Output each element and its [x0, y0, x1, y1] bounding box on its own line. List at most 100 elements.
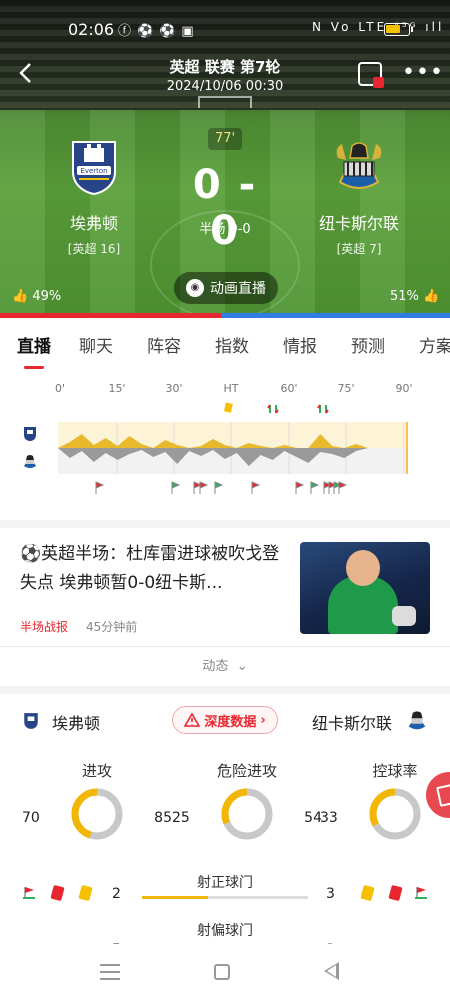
gauge-home-value: 33 [320, 810, 338, 826]
stat-label: 射正球门 [197, 875, 253, 891]
gauge-label: 危险进攻 [216, 762, 277, 780]
thumbs-up-icon: 👍 [12, 289, 29, 304]
gauge-ring [221, 788, 273, 840]
news-headline: ⚽英超半场：杜库雷进球被吹戈登失点 埃弗顿暂0-0纽卡斯... [20, 544, 280, 593]
tab-chat[interactable]: 聊天 [62, 332, 130, 357]
player-head [346, 550, 380, 586]
timeline-event-icon [171, 481, 181, 494]
news-tag: 半场战报 [20, 620, 69, 634]
home-team[interactable]: Everton 埃弗顿 [英超 16] [39, 138, 149, 257]
stat-label: 射偏球门 [197, 923, 253, 939]
chevron-down-icon: ⌄ [232, 659, 248, 674]
newcastle-crest-icon [408, 711, 426, 730]
goal-frame [198, 96, 252, 108]
red-card-icon [388, 884, 403, 902]
animation-live-button[interactable]: ◉ 动画直播 [174, 272, 278, 304]
gauge-dangerous-attack: 危险进攻 25 54 [172, 760, 322, 850]
match-title: 英超 联赛 第7轮 2024/10/06 00:30 [120, 56, 330, 94]
back-button[interactable] [18, 62, 44, 88]
status-time: 02:06 [68, 20, 115, 39]
dynamic-expand-button[interactable]: 动态 ⌄ [0, 646, 450, 686]
chevron-left-icon [19, 63, 31, 83]
substitution-icon [267, 404, 279, 414]
timeline-event-icon [251, 481, 261, 494]
momentum-chart [58, 402, 408, 494]
stat-home-fill [142, 896, 209, 899]
soccer-ball-icon: ⚽ [137, 24, 160, 39]
status-bar: 02:06 ⓕ⚽⚽▣ N Vo LTE ⁴⁵ᴳ ıll [0, 0, 450, 56]
match-timeline: 0' 15' 30' HT 60' 75' 90' [0, 372, 450, 512]
yellow-card-icon [78, 884, 93, 902]
facebook-icon: ⓕ [118, 24, 138, 39]
timeline-event-icon [199, 481, 209, 494]
gauge-label: 控球率 [372, 762, 418, 780]
newcastle-crest-icon [24, 455, 36, 468]
stats-away-name: 纽卡斯尔联 [312, 714, 393, 733]
away-team[interactable]: 纽卡斯尔联 [英超 7] [304, 138, 414, 257]
tab-odds[interactable]: 指数 [198, 332, 266, 357]
match-header: 02:06 ⓕ⚽⚽▣ N Vo LTE ⁴⁵ᴳ ıll 英超 联赛 第7轮 20… [0, 0, 450, 318]
timeline-event-icon [310, 481, 320, 494]
gauge-ring [71, 788, 123, 840]
animation-icon: ◉ [186, 279, 204, 297]
home-icon[interactable] [214, 964, 230, 980]
stat-home-value: 2 [112, 886, 121, 902]
stats-home-name: 埃弗顿 [52, 714, 101, 733]
menu-icon[interactable] [100, 964, 120, 980]
tab-lineup[interactable]: 阵容 [130, 332, 198, 357]
home-team-name: 埃弗顿 [69, 214, 118, 233]
match-minute: 77' [208, 128, 242, 150]
dynamic-label: 动态 [202, 659, 229, 674]
tab-prediction[interactable]: 预测 [334, 332, 402, 357]
thumbs-up-icon: 👍 [423, 289, 440, 304]
warning-icon [184, 712, 201, 727]
match-datetime: 2024/10/06 00:30 [166, 79, 284, 94]
corner-flag-icon [23, 887, 35, 899]
battery-icon [384, 23, 413, 36]
svg-text:Everton: Everton [80, 167, 107, 175]
everton-crest-icon [24, 713, 38, 729]
yellow-card-icon [360, 884, 375, 902]
match-score: 0 - 0 [192, 162, 258, 254]
back-triangle-icon[interactable] [324, 962, 339, 980]
timeline-event-icon [214, 481, 224, 494]
tab-plan[interactable]: 方案 [402, 332, 450, 357]
newcastle-crest-icon [336, 142, 382, 189]
away-vote-value: 51% [390, 289, 419, 304]
chevron-right-icon: › [260, 712, 266, 728]
calendar-icon: ▣ [181, 24, 200, 39]
tab-bar: 直播 聊天 阵容 指数 情报 预测 方案 [0, 318, 450, 370]
screen-record-icon[interactable] [358, 62, 384, 88]
gauge-home-value: 70 [22, 810, 40, 826]
gauge-home-value: 25 [172, 810, 190, 826]
home-vote[interactable]: 👍 49% [12, 289, 61, 304]
news-card[interactable]: ⚽英超半场：杜库雷进球被吹戈登失点 埃弗顿暂0-0纽卡斯... 半场战报 45分… [0, 528, 450, 646]
soccer-ball-icon: ⚽ [159, 24, 182, 39]
section-divider [0, 520, 450, 528]
player-glove [392, 606, 416, 626]
timeline-event-icon [338, 481, 348, 494]
away-vote[interactable]: 51% 👍 [390, 289, 439, 304]
away-team-name: 纽卡斯尔联 [318, 214, 399, 233]
gauge-label: 进攻 [81, 762, 112, 780]
timeline-event-icon [295, 481, 305, 494]
stat-row-shots-on-target: 射正球门 2 3 [0, 872, 450, 902]
away-team-rank: [英超 7] [336, 242, 382, 256]
yellow-card-icon [224, 402, 233, 413]
gauge-away-value: 54 [304, 810, 322, 826]
corner-flag-icon [415, 887, 427, 899]
more-options-icon[interactable]: ••• [402, 60, 444, 85]
deep-data-button[interactable]: 深度数据 › [172, 706, 278, 734]
signal-icons: N Vo LTE ⁴⁵ᴳ ıll [312, 20, 445, 34]
stat-away-value: 3 [326, 886, 335, 902]
everton-crest-icon: Everton [72, 141, 116, 196]
deep-data-label: 深度数据 [204, 714, 257, 730]
stats-header: 埃弗顿 深度数据 › 纽卡斯尔联 [0, 704, 450, 738]
news-thumbnail [300, 542, 430, 634]
everton-crest-icon [24, 427, 36, 441]
tab-live[interactable]: 直播 [6, 332, 62, 369]
news-age: 45分钟前 [86, 620, 138, 634]
tab-intel[interactable]: 情报 [266, 332, 334, 357]
timeline-event-icon [95, 481, 105, 494]
red-card-icon [50, 884, 65, 902]
